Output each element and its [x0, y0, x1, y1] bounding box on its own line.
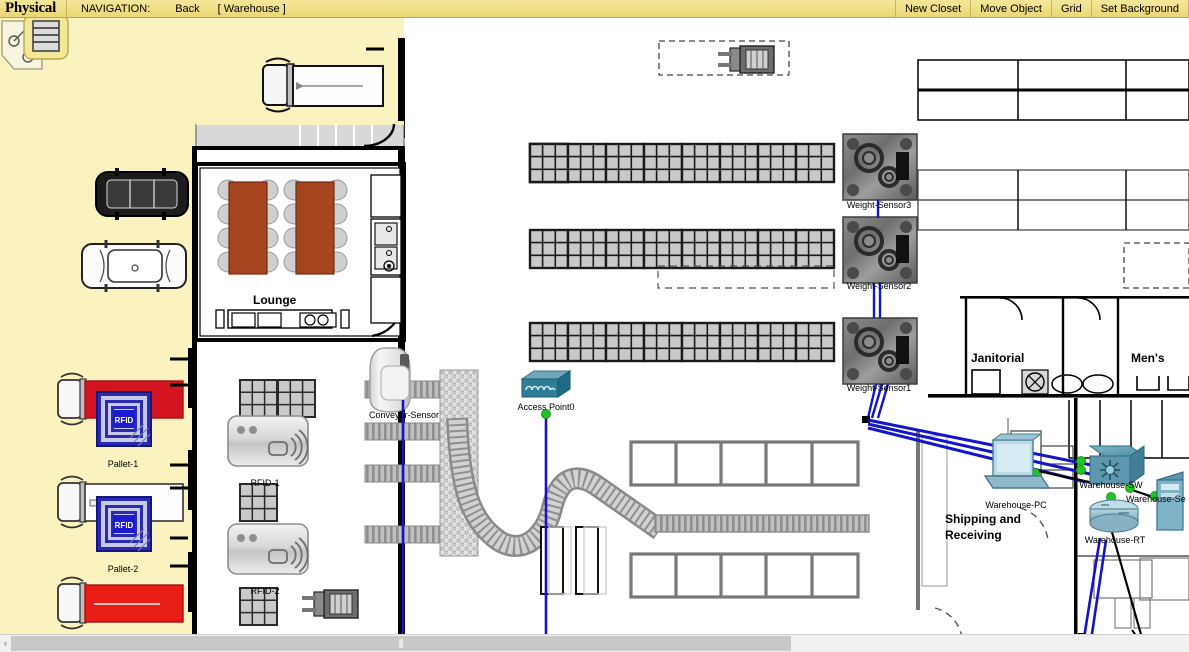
device-label-pallet-2: Pallet-2 [107, 564, 139, 574]
room-label-shipping: Shipping and [945, 512, 1021, 526]
horizontal-scrollbar[interactable]: ‹ [0, 634, 1189, 652]
grid-button[interactable]: Grid [1052, 0, 1091, 18]
back-button[interactable]: Back [166, 0, 208, 18]
current-location-label[interactable]: [ Warehouse ] [209, 0, 295, 18]
access-point-device[interactable] [520, 370, 572, 398]
navigation-label: NAVIGATION: [80, 2, 151, 15]
warehouse-sw-device[interactable] [1088, 445, 1146, 485]
device-label-warehouse-server: Warehouse-Se [1126, 494, 1186, 504]
device-label-warehouse-rt: Warehouse-RT [1084, 535, 1146, 545]
weight-sensor-3-device[interactable] [842, 133, 918, 201]
device-label-rfid-1: RFID-1 [250, 478, 280, 488]
room-label-receiving: Receiving [945, 528, 1002, 542]
rfid-tag-pallet-2[interactable]: RFID [96, 496, 152, 552]
crate-group-1 [239, 379, 316, 418]
shelves [528, 142, 836, 363]
workspace-title: Physical [5, 0, 56, 16]
device-label-warehouse-sw: Warehouse-SW [1079, 480, 1143, 490]
warehouse-floorplan-canvas[interactable]: RFID RFID Pallet-1 Pallet-2 RFID-1 RFID-… [0, 18, 1189, 634]
floorplan-svg: RFID RFID [0, 18, 1189, 634]
device-label-weight-sensor3: Weight-Sensor3 [846, 200, 912, 210]
car-white [81, 240, 187, 292]
set-background-button[interactable]: Set Background [1092, 0, 1188, 18]
device-label-rfid-2: RFID-2 [250, 586, 280, 596]
packet-tracer-physical-workspace: Physical NAVIGATION: Back [ Warehouse ] … [0, 0, 1189, 652]
device-label-pallet-1: Pallet-1 [107, 459, 139, 469]
weight-sensor-1-device[interactable] [842, 317, 918, 385]
device-label-conveyor-sensor: Conveyor-Sensor [368, 410, 440, 420]
room-label-mens: Men's [1131, 351, 1165, 365]
device-label-weight-sensor1: Weight-Sensor1 [846, 383, 912, 393]
room-label-lounge: Lounge [253, 293, 297, 307]
device-label-warehouse-pc: Warehouse-PC [985, 500, 1047, 510]
move-object-button[interactable]: Move Object [971, 0, 1051, 18]
physical-view-toolbar: Physical NAVIGATION: Back [ Warehouse ] … [0, 0, 1189, 18]
warehouse-rt-device[interactable] [1089, 499, 1139, 533]
delivery-truck-top [262, 57, 384, 113]
svg-text:RFID: RFID [115, 521, 134, 530]
device-palette-icon[interactable] [0, 18, 75, 77]
crate-group-2 [239, 483, 278, 522]
device-label-access-point0: Access Point0 [517, 402, 575, 412]
weight-sensor-2-device[interactable] [842, 216, 918, 284]
truck-bottom-red [57, 576, 184, 630]
scrollbar-thumb-grip [399, 639, 403, 648]
scrollbar-thumb[interactable] [11, 636, 791, 651]
svg-text:RFID: RFID [115, 416, 134, 425]
car-dark [95, 168, 189, 220]
rfid-reader-1[interactable] [227, 379, 316, 467]
scroll-left-arrow[interactable]: ‹ [0, 635, 11, 652]
rfid-tag-pallet-1[interactable]: RFID [96, 391, 152, 447]
new-closet-button[interactable]: New Closet [896, 0, 970, 18]
room-label-janitorial: Janitorial [971, 351, 1025, 365]
device-label-weight-sensor2: Weight-Sensor2 [846, 281, 912, 291]
